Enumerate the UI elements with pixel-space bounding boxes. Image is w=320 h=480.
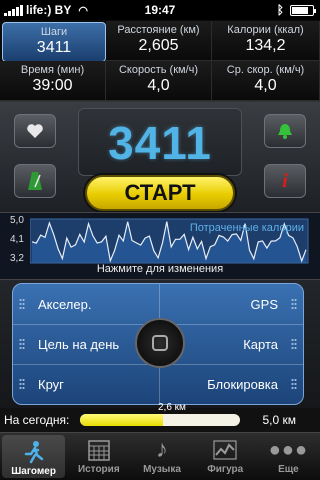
stat-label: Шаги [40,26,68,38]
control-menu: Акселер. GPS Цель на день Карта Круг Бло… [12,283,304,405]
stat-label: Расстояние (км) [117,24,200,36]
tab-figure[interactable]: Фигура [194,433,257,480]
tab-label: Музыка [143,464,181,475]
tab-pedometer[interactable]: Шагомер [2,435,66,478]
heart-rate-button[interactable] [14,114,56,148]
clock: 19:47 [144,3,176,17]
stat-label: Время (мин) [20,64,85,76]
tab-bar: Шагомер История ♪ Музыка Фигура ●●● Еще [0,432,320,480]
tab-label: История [77,464,120,475]
menu-panel: Акселер. GPS Цель на день Карта Круг Бло… [0,280,320,408]
counter-panel: 3411 i СТАРТ [0,102,320,212]
calendar-grid-icon [67,437,130,463]
stat-value: 3411 [36,39,72,56]
home-button[interactable] [135,318,185,368]
stat-avg-speed[interactable]: Ср. скор. (км/ч) 4,0 [212,61,320,101]
menu-item-gps[interactable]: GPS [251,297,278,312]
step-counter-display: 3411 [78,108,242,176]
bluetooth-icon: ᛒ [276,3,284,17]
metronome-icon [28,172,42,190]
stat-value: 4,0 [147,77,170,94]
tab-history[interactable]: История [67,433,130,480]
tab-label: Фигура [207,464,244,475]
tab-music[interactable]: ♪ Музыка [130,433,193,480]
y-tick-label: 4,1 [10,234,24,245]
stat-value: 4,0 [254,77,277,94]
today-label: На сегодня: [4,413,70,427]
menu-item-map[interactable]: Карта [243,337,278,352]
tab-label: Еще [278,464,299,475]
metronome-button[interactable] [14,164,56,198]
step-count: 3411 [108,117,212,169]
progress-goal: 5,0 км [262,413,296,427]
stat-distance[interactable]: Расстояние (км) 2,605 [106,21,212,61]
drag-handle-icon[interactable] [291,338,297,350]
tab-more[interactable]: ●●● Еще [257,433,320,480]
stat-label: Ср. скор. (км/ч) [226,64,305,76]
pedometer-runner-icon [2,439,65,465]
info-button[interactable]: i [264,164,306,198]
daily-progress: На сегодня: 2,6 км 5,0 км [0,402,320,432]
drag-handle-icon[interactable] [19,378,25,390]
menu-item-accelerometer[interactable]: Акселер. [38,297,91,312]
stat-value: 2,605 [138,37,179,54]
battery-icon [290,4,316,16]
status-right: ᛒ [276,3,316,17]
drag-handle-icon[interactable] [291,378,297,390]
tab-label: Шагомер [11,466,56,477]
stat-calories[interactable]: Калории (ккал) 134,2 [212,21,320,61]
stat-steps[interactable]: Шаги 3411 [2,22,106,62]
stat-value: 39:00 [32,77,73,94]
stat-time[interactable]: Время (мин) 39:00 [0,61,106,101]
alarm-button[interactable] [264,114,306,148]
status-bar: life:) BY ◠ 19:47 ᛒ [0,0,320,20]
drag-handle-icon[interactable] [291,298,297,310]
progress-fill [80,414,164,426]
info-icon: i [282,169,288,192]
more-dots-icon: ●●● [268,438,309,461]
drag-handle-icon[interactable] [19,338,25,350]
stat-label: Калории (ккал) [227,24,304,36]
stat-value: 134,2 [245,37,286,54]
start-button[interactable]: СТАРТ [85,175,235,211]
heart-icon [27,124,43,138]
chart-line-icon [194,437,257,463]
graph-hint: Нажмите для изменения [96,263,224,275]
graph-title: Потраченные калории [189,222,304,234]
stat-label: Скорость (км/ч) [118,64,199,76]
drag-handle-icon[interactable] [19,298,25,310]
stats-grid: Шаги 3411 Расстояние (км) 2,605 Калории … [0,20,320,102]
calories-graph[interactable]: 5,0 4,1 3,2 Потраченные калории Нажмите … [0,212,320,280]
home-square-icon [152,335,168,351]
bell-icon [278,124,292,139]
menu-item-lock[interactable]: Блокировка [207,377,278,392]
progress-current: 2,6 км [158,402,186,413]
stat-speed[interactable]: Скорость (км/ч) 4,0 [106,61,212,101]
y-tick-label: 5,0 [10,215,24,226]
menu-item-lap[interactable]: Круг [38,377,64,392]
progress-track [80,414,240,426]
menu-item-daily-goal[interactable]: Цель на день [38,337,119,352]
music-note-icon: ♪ [156,436,168,463]
